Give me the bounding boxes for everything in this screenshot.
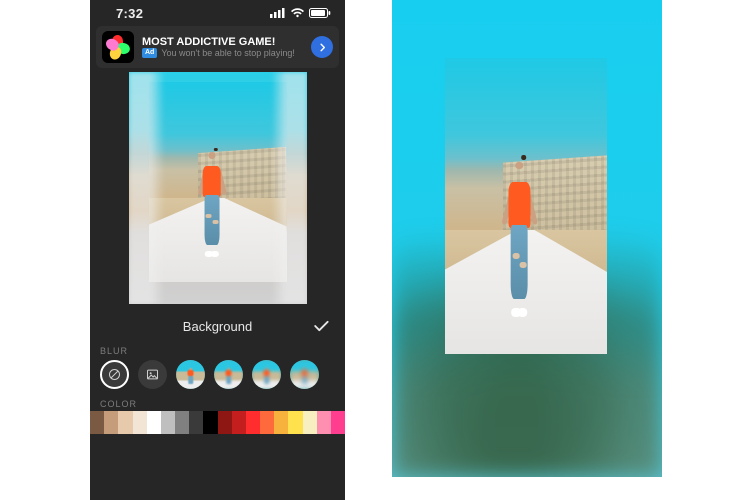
status-bar: 7:32: [90, 0, 345, 26]
color-swatch[interactable]: [104, 411, 118, 434]
panel-title: Background: [183, 319, 252, 334]
status-time: 7:32: [116, 6, 143, 21]
color-swatch-row: [90, 411, 345, 434]
ad-app-icon: [102, 31, 134, 63]
color-swatch[interactable]: [90, 411, 104, 434]
blur-none-button[interactable]: [100, 360, 129, 389]
color-swatch[interactable]: [118, 411, 132, 434]
color-swatch[interactable]: [203, 411, 217, 434]
ad-banner[interactable]: MOST ADDICTIVE GAME! Ad You won't be abl…: [96, 26, 339, 68]
editor-canvas[interactable]: [129, 72, 307, 304]
ad-open-button[interactable]: [311, 36, 333, 58]
color-swatch[interactable]: [317, 411, 331, 434]
ad-title: MOST ADDICTIVE GAME!: [142, 36, 303, 49]
color-label: COLOR: [90, 397, 345, 411]
blur-image-button[interactable]: [138, 360, 167, 389]
check-icon: [311, 316, 331, 336]
wifi-icon: [290, 8, 305, 18]
color-swatch[interactable]: [331, 411, 345, 434]
result-preview: [392, 0, 662, 477]
ad-subtitle: You won't be able to stop playing!: [161, 48, 294, 58]
color-swatch[interactable]: [218, 411, 232, 434]
image-icon: [145, 367, 160, 382]
color-swatch[interactable]: [147, 411, 161, 434]
battery-icon: [309, 8, 331, 18]
color-swatch[interactable]: [189, 411, 203, 434]
color-swatch[interactable]: [303, 411, 317, 434]
color-swatch[interactable]: [274, 411, 288, 434]
blur-label: BLUR: [90, 344, 345, 360]
phone-editor-screen: 7:32 MOST ADDICTIVE GAME! Ad You won't b…: [90, 0, 345, 500]
color-swatch[interactable]: [161, 411, 175, 434]
blur-preset-2[interactable]: [214, 360, 243, 389]
none-icon: [107, 367, 122, 382]
status-icons: [270, 8, 331, 18]
signal-icon: [270, 8, 286, 18]
color-swatch[interactable]: [232, 411, 246, 434]
blur-preset-4[interactable]: [290, 360, 319, 389]
color-swatch[interactable]: [133, 411, 147, 434]
color-swatch[interactable]: [246, 411, 260, 434]
result-photo: [445, 58, 607, 354]
panel-header: Background: [90, 308, 345, 344]
color-swatch[interactable]: [260, 411, 274, 434]
color-swatch[interactable]: [288, 411, 302, 434]
blur-preset-1[interactable]: [176, 360, 205, 389]
ad-text: MOST ADDICTIVE GAME! Ad You won't be abl…: [142, 36, 303, 59]
color-swatch[interactable]: [175, 411, 189, 434]
ad-tag: Ad: [142, 48, 157, 58]
blur-options-row: [90, 360, 345, 397]
foreground-photo[interactable]: [149, 82, 287, 282]
chevron-right-icon: [317, 42, 328, 53]
blur-preset-3[interactable]: [252, 360, 281, 389]
confirm-button[interactable]: [311, 316, 331, 336]
